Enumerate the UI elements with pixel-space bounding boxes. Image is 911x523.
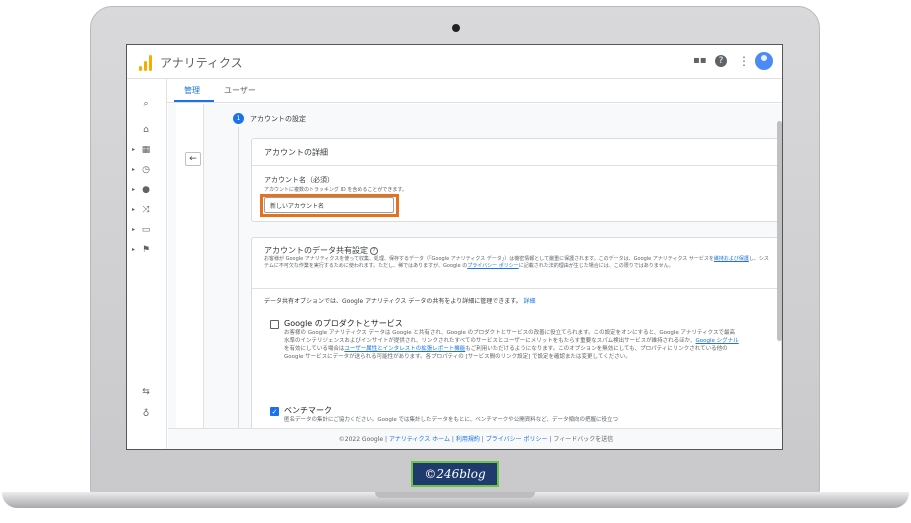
content-scrollbar[interactable] bbox=[777, 121, 782, 341]
analytics-logo-icon[interactable] bbox=[139, 55, 153, 71]
step-number-badge: 1 bbox=[233, 113, 244, 124]
desc-text: お客様が Google アナリティクスを使って収集、処理、保存するデータ（「Go… bbox=[264, 256, 714, 262]
desc-text: を有効にしている場合は bbox=[284, 346, 345, 352]
maintain-protect-link[interactable]: 維持および保護 bbox=[714, 256, 749, 262]
search-icon[interactable]: ⌕ bbox=[139, 97, 153, 111]
more-vert-icon[interactable]: ⋮ bbox=[738, 54, 750, 68]
input-highlight-frame bbox=[260, 194, 399, 217]
acquisition-icon[interactable]: ⤨ bbox=[139, 203, 153, 217]
data-sharing-card: アカウントのデータ共有設定? お客様が Google アナリティクスを使って収集… bbox=[251, 237, 782, 449]
account-avatar[interactable] bbox=[755, 52, 773, 70]
dashboard-icon[interactable]: ▦ bbox=[139, 143, 153, 157]
blog-watermark: ©246blog bbox=[411, 461, 499, 487]
divider bbox=[252, 165, 781, 166]
privacy-policy-footer-link[interactable]: プライバシー ポリシー bbox=[486, 436, 548, 443]
send-feedback-link[interactable]: フィードバックを送信 bbox=[553, 436, 613, 443]
terms-link[interactable]: 利用規約 bbox=[456, 436, 480, 443]
expand-caret-icon[interactable]: ▸ bbox=[132, 226, 135, 233]
google-products-title: Google のプロダクトとサービス bbox=[284, 319, 403, 328]
expand-caret-icon[interactable]: ▸ bbox=[132, 146, 135, 153]
apps-grid-icon[interactable]: ▪▪ bbox=[693, 54, 707, 68]
discover-icon[interactable]: ♁ bbox=[139, 407, 153, 421]
help-circle-icon[interactable]: ? bbox=[370, 247, 378, 255]
benchmark-description: 匿名データの集計にご協力ください。Google では集計したデータをもとに、ベン… bbox=[284, 417, 618, 423]
app-title: アナリティクス bbox=[160, 56, 243, 70]
benchmark-title: ベンチマーク bbox=[284, 406, 332, 415]
benchmark-checkbox[interactable]: ✓ bbox=[270, 407, 279, 416]
copyright-text: ©2022 Google bbox=[338, 436, 384, 443]
data-sharing-title-text: アカウントのデータ共有設定 bbox=[264, 246, 368, 255]
learn-more-link[interactable]: 詳細 bbox=[524, 298, 536, 305]
app-header: アナリティクス ▪▪ ? ⋮ bbox=[127, 45, 782, 79]
desc-text: に記載された法的理由が生じた場合には、この限りではありません。 bbox=[518, 263, 674, 269]
account-name-help: アカウントに複数のトラッキング ID を含めることができます。 bbox=[264, 187, 407, 193]
expand-caret-icon[interactable]: ▸ bbox=[132, 246, 135, 253]
google-signals-link[interactable]: Google シグナル bbox=[696, 338, 739, 344]
analytics-home-link[interactable]: アナリティクス ホーム bbox=[389, 436, 450, 443]
tab-active-indicator bbox=[174, 100, 214, 102]
laptop-notch bbox=[375, 492, 535, 498]
audience-icon[interactable]: ● bbox=[139, 183, 153, 197]
home-icon[interactable]: ⌂ bbox=[139, 123, 153, 137]
google-products-checkbox[interactable] bbox=[270, 320, 279, 329]
data-sharing-title: アカウントのデータ共有設定? bbox=[264, 245, 378, 256]
data-sharing-description: お客様が Google アナリティクスを使って収集、処理、保存するデータ（「Go… bbox=[264, 256, 769, 270]
tab-users[interactable]: ユーザー bbox=[224, 85, 256, 96]
tab-admin[interactable]: 管理 bbox=[184, 85, 200, 96]
sharing-options-intro: データ共有オプションでは、Google アナリティクス データの共有をより詳細に… bbox=[264, 296, 536, 305]
conversions-icon[interactable]: ⚑ bbox=[139, 243, 153, 257]
demographics-reports-link[interactable]: ユーザー属性とインタレストの拡張レポート機能 bbox=[344, 346, 465, 352]
google-products-description: お客様の Google アナリティクス データは Google と共有され、Go… bbox=[284, 329, 739, 361]
left-nav-rail: ⌕ ⌂ ▸ ▦ ▸ ◷ ▸ ● ▸ ⤨ ▸ ▭ ▸ ⚑ ⇆ ♁ ⚙ bbox=[127, 79, 167, 450]
behavior-icon[interactable]: ▭ bbox=[139, 223, 153, 237]
attribution-icon[interactable]: ⇆ bbox=[139, 385, 153, 399]
account-name-label: アカウント名（必須） bbox=[264, 176, 334, 184]
page-footer: ©2022 Google | アナリティクス ホーム | 利用規約 | プライバ… bbox=[168, 428, 782, 449]
settings-active-bg bbox=[131, 449, 161, 450]
privacy-policy-link[interactable]: プライバシー ポリシー bbox=[467, 263, 519, 269]
expand-caret-icon[interactable]: ▸ bbox=[132, 206, 135, 213]
help-icon[interactable]: ? bbox=[715, 55, 727, 67]
step-title: アカウントの設定 bbox=[250, 115, 306, 123]
back-arrow-button[interactable]: ← bbox=[185, 152, 201, 166]
expand-caret-icon[interactable]: ▸ bbox=[132, 166, 135, 173]
webcam bbox=[452, 24, 460, 32]
tab-bar: 管理 ユーザー bbox=[127, 79, 782, 103]
account-details-title: アカウントの詳細 bbox=[264, 148, 328, 157]
divider bbox=[252, 288, 781, 289]
intro-text: データ共有オプションでは、Google アナリティクス データの共有をより詳細に… bbox=[264, 298, 522, 305]
desc-text: お客様の Google アナリティクス データは Google と共有され、Go… bbox=[284, 330, 735, 344]
realtime-icon[interactable]: ◷ bbox=[139, 163, 153, 177]
expand-caret-icon[interactable]: ▸ bbox=[132, 186, 135, 193]
step-connector-line bbox=[238, 127, 239, 449]
browser-screen: アナリティクス ▪▪ ? ⋮ 管理 ユーザー ⌕ ⌂ ▸ ▦ ▸ ◷ ▸ ● ▸… bbox=[126, 44, 783, 450]
